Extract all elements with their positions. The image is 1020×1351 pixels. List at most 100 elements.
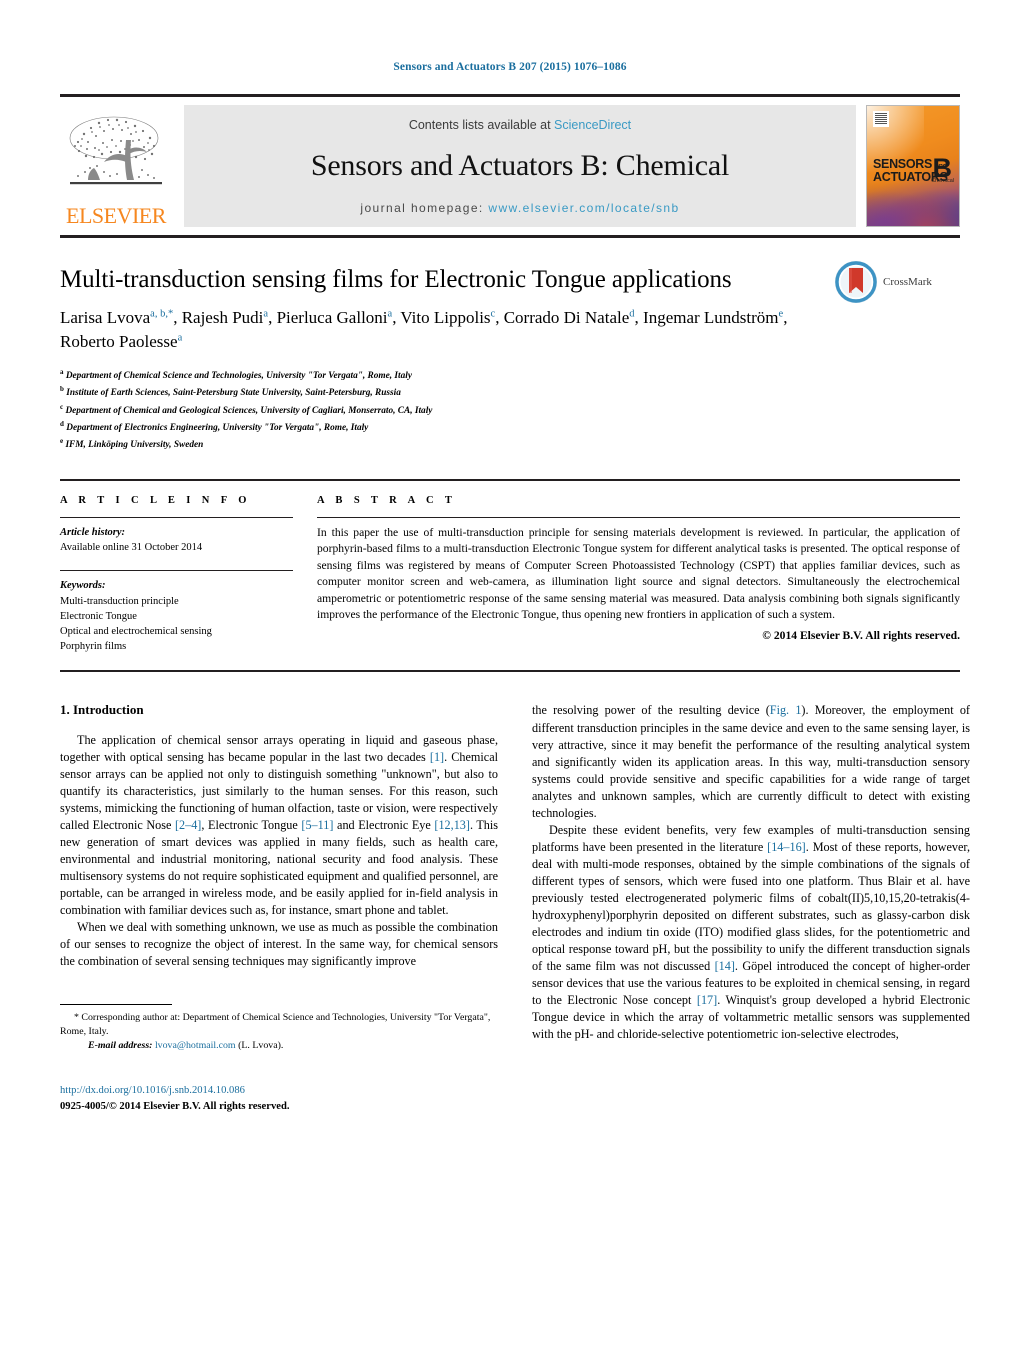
info-abstract-section: A R T I C L E I N F O Article history: A… xyxy=(60,478,960,673)
email-label: E-mail address: xyxy=(88,1040,153,1052)
author-name: Corrado Di Natale xyxy=(503,308,630,327)
journal-masthead: ELSEVIER Contents lists available at Sci… xyxy=(60,93,960,238)
cover-bottom-artwork xyxy=(867,182,959,226)
keyword-item: Porphyrin films xyxy=(60,641,127,653)
paragraph: Despite these evident benefits, very few… xyxy=(532,822,970,1041)
affiliation-mark: e xyxy=(60,436,64,445)
abstract-copyright: © 2014 Elsevier B.V. All rights reserved… xyxy=(762,628,960,642)
sciencedirect-link[interactable]: ScienceDirect xyxy=(554,118,631,132)
page-title: Multi-transduction sensing films for Ele… xyxy=(60,265,732,293)
journal-band: Contents lists available at ScienceDirec… xyxy=(184,104,856,227)
author-name: Pierluca Galloni xyxy=(276,308,388,327)
elsevier-wordmark: ELSEVIER xyxy=(66,202,166,228)
cover-series-sublabel: Chemical xyxy=(931,177,954,184)
contents-prefix: Contents lists available at xyxy=(408,117,555,132)
journal-article-page: Sensors and Actuators B 207 (2015) 1076–… xyxy=(0,0,1020,1351)
affiliation-text: Department of Chemical and Geological Sc… xyxy=(65,405,433,416)
doi-link[interactable]: http://dx.doi.org/10.1016/j.snb.2014.10.… xyxy=(60,1083,498,1099)
author-name: Ingemar Lundström xyxy=(643,308,779,327)
affiliation-item: c Department of Chemical and Geological … xyxy=(60,402,960,419)
author-item: Rajesh Pudia xyxy=(182,308,268,327)
body-columns: 1. Introduction The application of chemi… xyxy=(60,702,970,1115)
affiliation-text: Institute of Earth Sciences, Saint-Peter… xyxy=(66,388,401,399)
author-affil-marks: d xyxy=(629,308,635,320)
journal-homepage-line: journal homepage: www.elsevier.com/locat… xyxy=(360,201,679,215)
corresponding-author-text: Corresponding author at: Department of C… xyxy=(60,1012,491,1038)
abstract-heading: A B S T R A C T xyxy=(317,494,457,506)
author-list: Larisa Lvovaa, b,*, Rajesh Pudia, Pierlu… xyxy=(60,308,788,352)
author-item: Corrado Di Nataled xyxy=(504,308,635,327)
author-affil-marks: a xyxy=(263,308,269,320)
article-info-column: A R T I C L E I N F O Article history: A… xyxy=(60,495,315,655)
author-item: Larisa Lvovaa, b,* xyxy=(60,308,173,327)
elsevier-tree-icon xyxy=(64,112,168,204)
email-link[interactable]: lvova@hotmail.com xyxy=(155,1040,236,1051)
footnote-marker: * xyxy=(74,1012,79,1024)
author-name: Vito Lippolis xyxy=(400,308,491,327)
article-history-label: Article history: xyxy=(60,526,126,538)
contents-available-line: Contents lists available at ScienceDirec… xyxy=(409,118,631,132)
article-info-heading: A R T I C L E I N F O xyxy=(60,494,251,506)
affiliation-text: Department of Electronics Engineering, U… xyxy=(66,422,369,433)
body-column-left: 1. Introduction The application of chemi… xyxy=(60,702,498,1115)
affiliation-item: a Department of Chemical Science and Tec… xyxy=(60,367,960,384)
paragraph: The application of chemical sensor array… xyxy=(60,733,499,918)
affiliation-list: a Department of Chemical Science and Tec… xyxy=(60,367,960,453)
author-item: Roberto Paolessea xyxy=(60,332,182,351)
affiliation-item: b Institute of Earth Sciences, Saint-Pet… xyxy=(60,384,960,401)
author-name: Larisa Lvova xyxy=(60,308,151,327)
crossmark-label: CrossMark xyxy=(883,275,932,288)
divider xyxy=(317,516,960,518)
affiliation-mark: d xyxy=(60,419,64,428)
doi-block: http://dx.doi.org/10.1016/j.snb.2014.10.… xyxy=(60,1083,498,1115)
author-name: Roberto Paolesse xyxy=(60,332,178,352)
corresponding-author-marker[interactable]: * xyxy=(168,308,173,319)
divider xyxy=(60,516,293,518)
divider xyxy=(60,1004,172,1006)
title-block: CrossMark Multi-transduction sensing fil… xyxy=(60,260,960,453)
author-item: Vito Lippolisc xyxy=(400,308,495,327)
corresponding-author-footnote: * Corresponding author at: Department of… xyxy=(60,1004,498,1053)
affiliation-mark: c xyxy=(60,402,64,411)
abstract-text: In this paper the use of multi-transduct… xyxy=(317,525,960,622)
affiliation-text: IFM, Linköping University, Sweden xyxy=(65,439,204,450)
keywords-label: Keywords: xyxy=(60,580,106,592)
footnote-text: * Corresponding author at: Department of… xyxy=(60,1011,498,1053)
running-head: Sensors and Actuators B 207 (2015) 1076–… xyxy=(393,61,627,73)
journal-title: Sensors and Actuators B: Chemical xyxy=(310,149,730,182)
keyword-item: Electronic Tongue xyxy=(60,610,137,622)
author-item: Pierluca Gallonia xyxy=(277,308,393,327)
paragraph: When we deal with something unknown, we … xyxy=(60,920,498,969)
homepage-prefix: journal homepage: xyxy=(360,200,484,215)
email-owner: (L. Lvova). xyxy=(238,1040,284,1052)
journal-cover-thumbnail[interactable]: SENSORS and ACTUATORS B Chemical xyxy=(866,104,960,227)
keyword-item: Optical and electrochemical sensing xyxy=(60,626,212,638)
crossmark-badge[interactable]: CrossMark xyxy=(834,260,960,304)
author-affil-marks: c xyxy=(490,308,496,320)
article-history-value: Available online 31 October 2014 xyxy=(60,542,203,554)
affiliation-text: Department of Chemical Science and Techn… xyxy=(65,371,412,382)
author-item: Ingemar Lundströme xyxy=(643,308,783,327)
author-affil-marks: a xyxy=(177,332,183,344)
cover-elsevier-mark-icon xyxy=(873,110,889,127)
crossmark-icon xyxy=(834,260,878,304)
journal-homepage-link[interactable]: www.elsevier.com/locate/snb xyxy=(488,201,679,215)
section-heading-introduction: 1. Introduction xyxy=(60,702,144,718)
author-name: Rajesh Pudi xyxy=(181,308,264,327)
paragraph: the resolving power of the resulting dev… xyxy=(532,703,970,820)
divider xyxy=(60,570,293,572)
affiliation-mark: a xyxy=(60,368,64,377)
elsevier-logo: ELSEVIER xyxy=(60,105,172,227)
affiliation-item: d Department of Electronics Engineering,… xyxy=(60,419,960,436)
email-line: E-mail address: lvova@hotmail.com (L. Lv… xyxy=(60,1039,498,1053)
issn-copyright-line: 0925-4005/© 2014 Elsevier B.V. All right… xyxy=(60,1101,290,1113)
body-column-right: the resolving power of the resulting dev… xyxy=(532,702,970,1115)
affiliation-mark: b xyxy=(60,385,64,394)
author-affil-marks: e xyxy=(778,308,784,320)
affiliation-item: e IFM, Linköping University, Sweden xyxy=(60,436,960,453)
abstract-column: A B S T R A C T In this paper the use of… xyxy=(315,495,960,655)
keyword-item: Multi-transduction principle xyxy=(60,595,179,607)
author-affil-marks: a xyxy=(387,308,393,320)
author-affil-marks: a, b, xyxy=(150,308,168,320)
